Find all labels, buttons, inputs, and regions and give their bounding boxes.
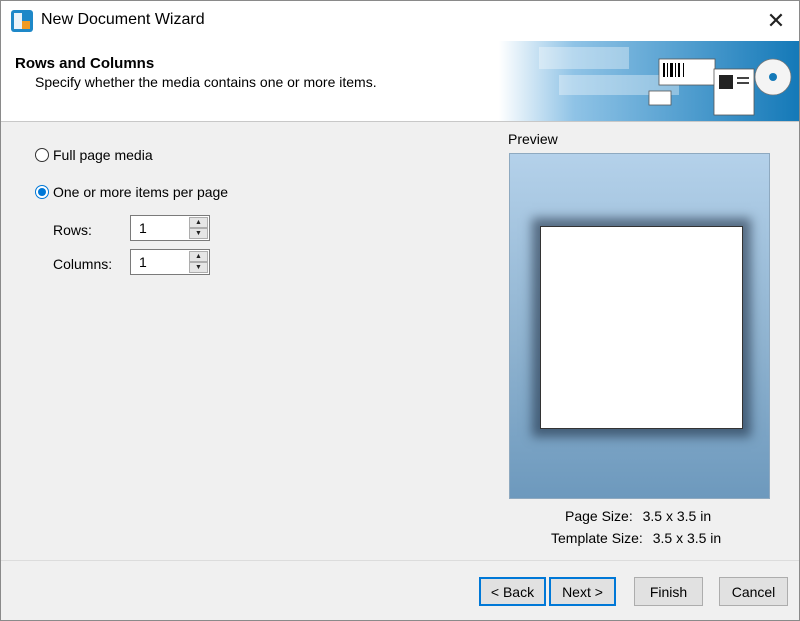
app-logo-icon — [11, 10, 33, 32]
columns-decrement-icon[interactable]: ▼ — [189, 262, 208, 273]
rows-label: Rows: — [53, 222, 92, 238]
next-button[interactable]: Next > — [549, 577, 616, 606]
radio-unchecked-icon — [35, 148, 49, 162]
finish-button[interactable]: Finish — [634, 577, 703, 606]
window-title: New Document Wizard — [41, 11, 205, 28]
template-size-row: Template Size: 3.5 x 3.5 in — [551, 530, 721, 546]
page-size-row: Page Size: 3.5 x 3.5 in — [565, 508, 711, 524]
page-size-value: 3.5 x 3.5 in — [642, 508, 712, 524]
wizard-header: Rows and Columns Specify whether the med… — [1, 41, 799, 122]
preview-page — [540, 226, 743, 429]
cancel-button[interactable]: Cancel — [719, 577, 788, 606]
radio-checked-icon — [35, 185, 49, 199]
columns-value: 1 — [139, 254, 147, 270]
columns-label: Columns: — [53, 256, 113, 272]
columns-spinner[interactable]: 1 ▲ ▼ — [130, 249, 210, 275]
preview-label: Preview — [508, 131, 558, 147]
template-size-value: 3.5 x 3.5 in — [652, 530, 722, 546]
rows-spinner[interactable]: 1 ▲ ▼ — [130, 215, 210, 241]
rows-decrement-icon[interactable]: ▼ — [189, 228, 208, 239]
close-icon[interactable]: ✕ — [753, 1, 799, 41]
full-page-media-label: Full page media — [53, 147, 153, 163]
barcode-banner-image — [499, 41, 799, 121]
wizard-window: New Document Wizard ✕ Rows and Columns S… — [0, 0, 800, 621]
back-button[interactable]: < Back — [479, 577, 546, 606]
page-size-label: Page Size: — [565, 508, 633, 524]
multiple-items-radio[interactable]: One or more items per page — [35, 184, 228, 200]
rows-value: 1 — [139, 220, 147, 236]
multiple-items-label: One or more items per page — [53, 184, 229, 200]
template-size-label: Template Size: — [551, 530, 643, 546]
rows-increment-icon[interactable]: ▲ — [189, 217, 208, 228]
preview-panel — [509, 153, 770, 499]
full-page-media-radio[interactable]: Full page media — [35, 147, 153, 163]
step-description: Specify whether the media contains one o… — [35, 74, 377, 90]
step-title: Rows and Columns — [15, 55, 155, 72]
title-bar: New Document Wizard ✕ — [1, 1, 799, 41]
footer-divider — [1, 560, 799, 561]
columns-increment-icon[interactable]: ▲ — [189, 251, 208, 262]
